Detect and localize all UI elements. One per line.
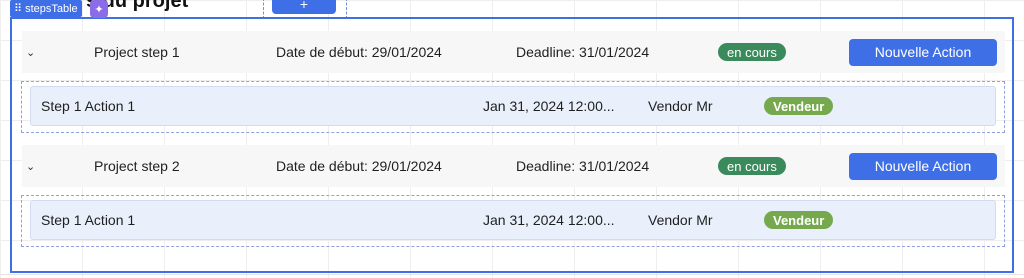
component-name: stepsTable bbox=[25, 2, 78, 15]
component-tag[interactable]: ⠿ stepsTable bbox=[10, 0, 82, 17]
vendor-badge: Vendeur bbox=[764, 211, 834, 229]
action-row[interactable]: Step 1 Action 1 Jan 31, 2024 12:00... Ve… bbox=[30, 200, 996, 240]
step-start-date: Date de début: 29/01/2024 bbox=[276, 158, 442, 174]
new-action-button[interactable]: Nouvelle Action bbox=[849, 152, 997, 180]
action-list: Step 1 Action 1 Jan 31, 2024 12:00... Ve… bbox=[21, 195, 1005, 247]
action-vendor: Vendor Mr bbox=[648, 98, 713, 114]
action-date: Jan 31, 2024 12:00... bbox=[483, 98, 615, 114]
step-name: Project step 2 bbox=[94, 158, 180, 174]
step-row: ⌄ Project step 1 Date de début: 29/01/20… bbox=[22, 31, 1005, 73]
action-list: Step 1 Action 1 Jan 31, 2024 12:00... Ve… bbox=[21, 81, 1005, 133]
status-badge: en cours bbox=[718, 43, 786, 61]
step-start-date: Date de début: 29/01/2024 bbox=[276, 44, 442, 60]
drag-handle-icon[interactable]: ⠿ bbox=[14, 2, 22, 15]
new-action-button[interactable]: Nouvelle Action bbox=[849, 38, 997, 66]
step-deadline: Deadline: 31/01/2024 bbox=[516, 158, 650, 174]
action-name: Step 1 Action 1 bbox=[41, 212, 136, 228]
action-date: Jan 31, 2024 12:00... bbox=[483, 212, 615, 228]
action-vendor: Vendor Mr bbox=[648, 212, 713, 228]
step-name: Project step 1 bbox=[94, 44, 180, 60]
vendor-badge: Vendeur bbox=[764, 97, 834, 115]
chevron-down-icon[interactable]: ⌄ bbox=[26, 46, 35, 59]
step-row: ⌄ Project step 2 Date de début: 29/01/20… bbox=[22, 145, 1005, 187]
status-badge: en cours bbox=[718, 157, 786, 175]
step-deadline: Deadline: 31/01/2024 bbox=[516, 44, 650, 60]
action-row[interactable]: Step 1 Action 1 Jan 31, 2024 12:00... Ve… bbox=[30, 86, 996, 126]
divider bbox=[0, 274, 1024, 275]
ai-sparkle-icon[interactable]: ✦ bbox=[90, 0, 108, 18]
add-button[interactable]: + bbox=[272, 0, 336, 14]
action-name: Step 1 Action 1 bbox=[41, 98, 136, 114]
chevron-down-icon[interactable]: ⌄ bbox=[26, 160, 35, 173]
